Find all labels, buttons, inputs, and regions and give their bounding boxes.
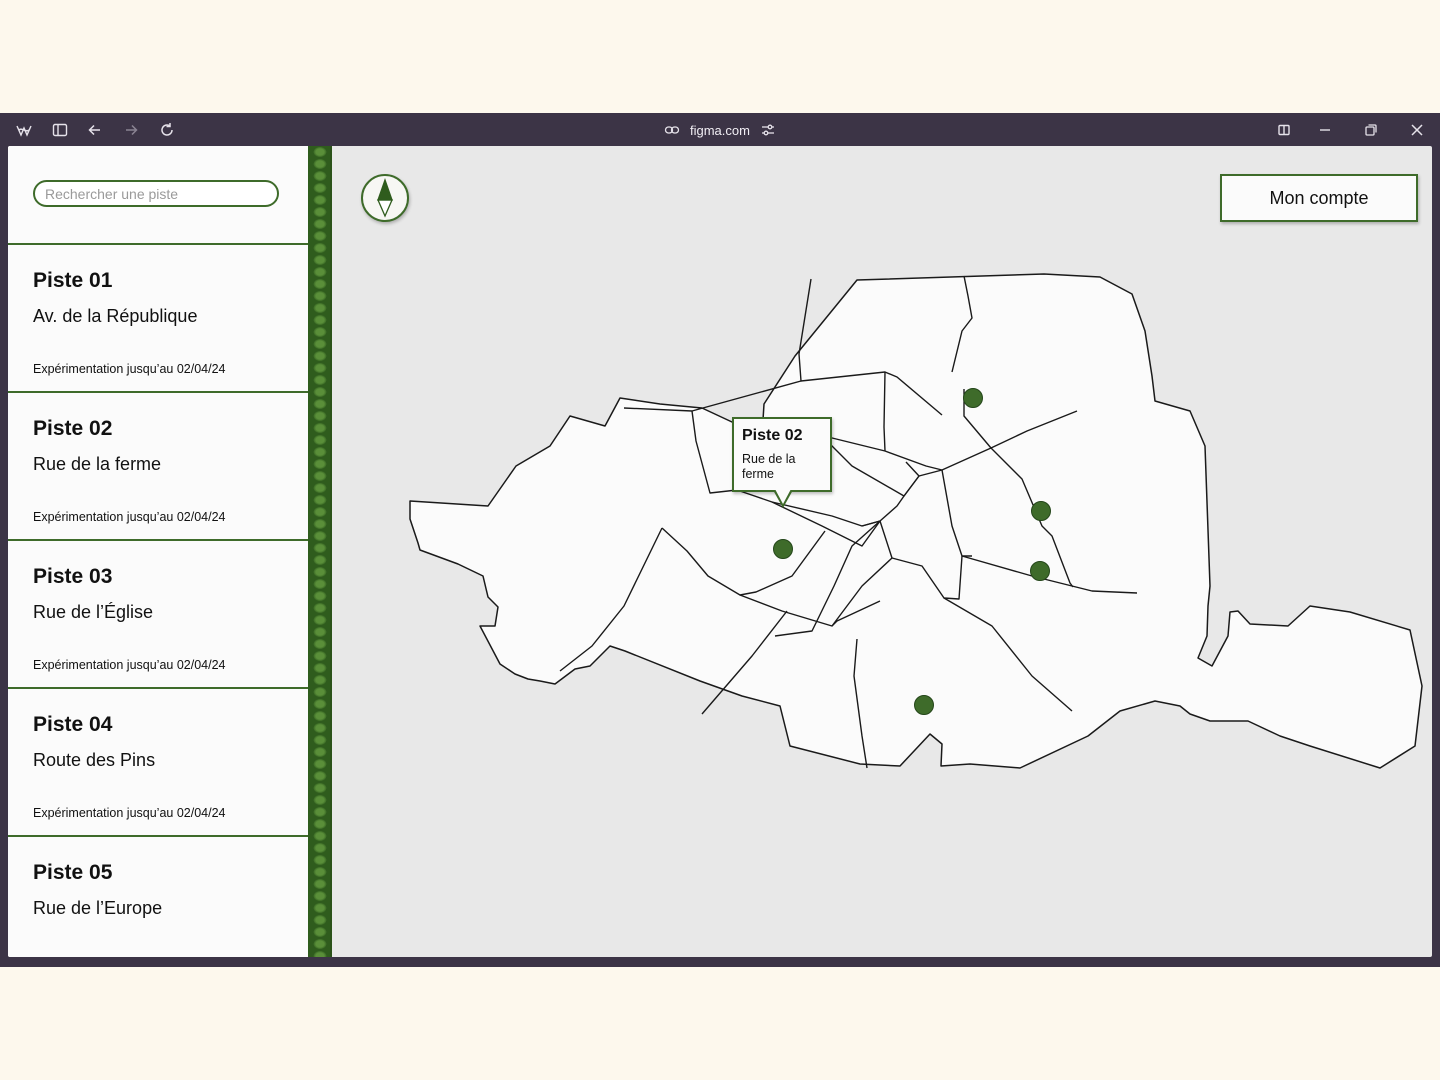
address-bar[interactable]: figma.com — [664, 120, 776, 140]
compass-icon — [377, 178, 393, 218]
map-marker-pin[interactable] — [1031, 501, 1051, 521]
piste-street: Route des Pins — [33, 750, 156, 770]
tooltip-title: Piste 02 — [742, 427, 803, 444]
account-button[interactable]: Mon compte — [1220, 174, 1418, 222]
piste-title: Piste 02 — [33, 417, 113, 440]
piste-item-04[interactable]: Piste 04 Route des Pins Expérimentation … — [8, 689, 308, 837]
restore-icon[interactable] — [1362, 121, 1380, 139]
tooltip-subtitle: Rue de la ferme — [742, 452, 796, 481]
forward-icon[interactable] — [122, 121, 140, 139]
piste-item-03[interactable]: Piste 03 Rue de l’Église Expérimentation… — [8, 541, 308, 689]
tooltip-pointer-fill — [775, 489, 791, 504]
piste-sidebar: Piste 01 Av. de la République Expériment… — [8, 146, 308, 957]
piste-item-05[interactable]: Piste 05 Rue de l’Europe — [8, 837, 308, 957]
map-outline — [409, 273, 1423, 769]
map-marker-pin[interactable] — [963, 388, 983, 408]
back-icon[interactable] — [86, 121, 104, 139]
piste-experiment-date: Expérimentation jusqu’au 02/04/24 — [33, 658, 226, 672]
url-text: figma.com — [690, 122, 750, 138]
piste-item-02[interactable]: Piste 02 Rue de la ferme Expérimentation… — [8, 393, 308, 541]
piste-title: Piste 01 — [33, 269, 113, 292]
split-view-icon[interactable] — [1275, 121, 1293, 139]
paris-arrondissement-map[interactable] — [332, 146, 1432, 957]
piste-street: Rue de la ferme — [33, 454, 162, 474]
piste-experiment-date: Expérimentation jusqu’au 02/04/24 — [33, 806, 226, 820]
app-logo-icon[interactable] — [15, 121, 33, 139]
reload-icon[interactable] — [158, 121, 176, 139]
map-tooltip: Piste 02 Rue de la ferme — [732, 417, 832, 492]
piste-street: Rue de l’Europe — [33, 898, 163, 918]
piste-title: Piste 04 — [33, 713, 113, 736]
piste-street: Av. de la République — [33, 306, 198, 326]
sidebar-toggle-icon[interactable] — [51, 121, 69, 139]
map-marker-pin[interactable] — [773, 539, 793, 559]
map-marker-pin[interactable] — [914, 695, 934, 715]
piste-street: Rue de l’Église — [33, 602, 154, 622]
piste-experiment-date: Expérimentation jusqu’au 02/04/24 — [33, 362, 226, 376]
piste-experiment-date: Expérimentation jusqu’au 02/04/24 — [33, 510, 226, 524]
map-area[interactable]: Mon compte Piste 02 Rue de la ferme — [332, 146, 1432, 957]
piste-title: Piste 05 — [33, 861, 113, 884]
browser-titlebar: figma.com — [0, 113, 1440, 146]
page-content: Piste 01 Av. de la République Expériment… — [8, 146, 1432, 957]
piste-title: Piste 03 — [33, 565, 113, 588]
map-marker-pin[interactable] — [1030, 561, 1050, 581]
compass-button[interactable] — [361, 174, 409, 222]
search-input[interactable] — [33, 180, 279, 207]
site-settings-icon[interactable] — [760, 122, 776, 138]
link-icon — [664, 122, 680, 138]
search-section — [8, 146, 308, 245]
close-icon[interactable] — [1408, 121, 1426, 139]
minimize-icon[interactable] — [1316, 121, 1334, 139]
decorative-leaf-divider — [308, 146, 332, 957]
piste-item-01[interactable]: Piste 01 Av. de la République Expériment… — [8, 245, 308, 393]
browser-window: figma.com Piste 01 Av. de la République — [0, 113, 1440, 967]
